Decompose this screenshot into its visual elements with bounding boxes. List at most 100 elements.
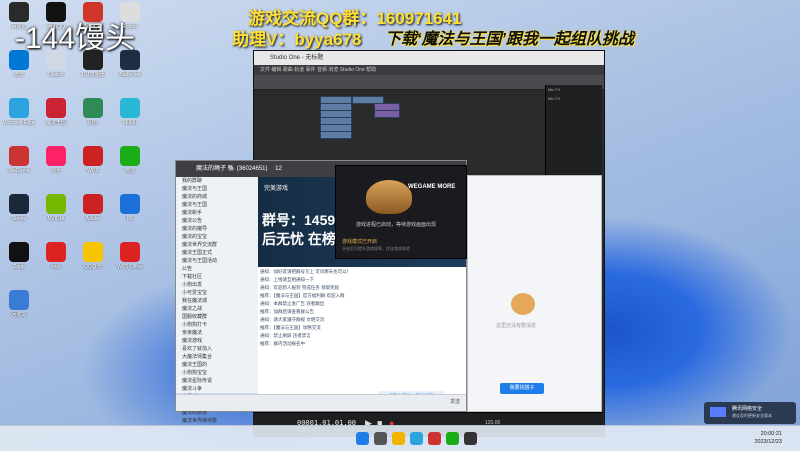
wegame-taskbar-icon[interactable] xyxy=(428,432,441,445)
desktop-shortcut[interactable]: 微信 xyxy=(113,146,147,182)
daw-title-bar[interactable]: Studio One - 无标题 xyxy=(254,51,604,65)
mascot-icon xyxy=(511,293,535,315)
shortcut-label: Adobe xyxy=(85,216,101,222)
group-list-item[interactable]: 魔法王国的 xyxy=(176,361,258,369)
security-notification[interactable]: 腾讯网络安全 建议及时更新安全版本 xyxy=(704,402,796,424)
search-icon[interactable] xyxy=(374,432,387,445)
shortcut-label: Steam xyxy=(11,216,27,222)
send-button[interactable]: 发送 xyxy=(450,398,460,405)
desktop-shortcut[interactable]: 网易 xyxy=(39,242,73,278)
group-list-item[interactable]: 我的群聊 xyxy=(176,177,258,185)
audio-clip[interactable] xyxy=(320,131,352,139)
app-icon xyxy=(9,2,29,22)
group-list-item[interactable]: 魔法公告 xyxy=(176,217,258,225)
group-list-item[interactable]: 魔法斗争 xyxy=(176,385,258,393)
group-list-item[interactable]: 魔法与王国 xyxy=(176,201,258,209)
group-list-item[interactable]: 魔法与王国活动 xyxy=(176,257,258,265)
group-list-item[interactable]: 魔法的魔导 xyxy=(176,225,258,233)
group-list-item[interactable]: 魔法星际传说 xyxy=(176,377,258,385)
chat-message: 通知：请大家遵守群规 文明交流 xyxy=(260,317,325,322)
taskbar[interactable]: 20:00:21 2023/12/23 xyxy=(0,425,800,451)
daw-menu-bar[interactable]: 文件 编辑 歌曲 轨道 事件 音频 浏览 Studio One 帮助 xyxy=(254,65,604,75)
app-icon xyxy=(120,146,140,166)
shortcut-label: WeGame xyxy=(8,168,30,174)
mixer-channel-label: Mic FX xyxy=(548,87,561,92)
group-list-item[interactable]: 小可爱宝宝 xyxy=(176,289,258,297)
app-icon xyxy=(83,194,103,214)
desktop-shortcut[interactable]: Steam xyxy=(2,194,36,230)
group-list-item[interactable]: 小狗狗宝宝 xyxy=(176,369,258,377)
app-icon xyxy=(46,242,66,262)
group-list-item[interactable]: 公告 xyxy=(176,265,258,273)
shortcut-label: Microsoft Edge xyxy=(2,120,36,126)
wechat-taskbar-icon[interactable] xyxy=(446,432,459,445)
audio-clip[interactable] xyxy=(374,110,400,118)
group-list-item[interactable]: 下载社区 xyxy=(176,273,258,281)
desktop-shortcut[interactable]: QQ音乐 xyxy=(76,242,110,278)
message-list: 通知：加好友请把群号写上 可问哪天也可以！ 通知：上线请互相通知一下 通知：欢迎新人… xyxy=(260,269,464,349)
shortcut-label: 微信 xyxy=(124,168,135,174)
shield-icon xyxy=(710,407,726,417)
group-list-item[interactable]: 国服收藏群 xyxy=(176,313,258,321)
app-icon xyxy=(120,2,140,22)
group-list-item[interactable]: 魔法与王国 xyxy=(176,185,258,193)
desktop-shortcut[interactable]: Adobe xyxy=(76,194,110,230)
group-list-item[interactable]: 魔法新手 xyxy=(176,209,258,217)
desktop-shortcut[interactable]: Battle.net xyxy=(113,50,147,86)
desktop-shortcut[interactable]: WPS Office xyxy=(113,242,147,278)
find-partner-button[interactable]: 我要找搭子 xyxy=(500,383,544,394)
group-list-item[interactable]: 魔法世界接待群 xyxy=(176,417,258,425)
group-list-item[interactable]: 小狗狗打卡 xyxy=(176,321,258,329)
desktop-shortcut[interactable]: MuMu xyxy=(113,98,147,134)
desktop-shortcut[interactable]: NVIDIA xyxy=(39,194,73,230)
group-list-item[interactable]: 魔法世界交流群 xyxy=(176,241,258,249)
shortcut-label: 回收站 xyxy=(11,312,27,318)
desktop-shortcut[interactable]: 微软 xyxy=(2,50,36,86)
shortcut-label: 快手 xyxy=(50,168,61,174)
desktop-shortcut[interactable]: Microsoft Edge xyxy=(2,98,36,134)
group-list-item[interactable]: 亲亲魔法 xyxy=(176,329,258,337)
chat-message: 推荐：群内活动报名中 xyxy=(260,341,305,346)
group-list-item[interactable]: 我在魔法城 xyxy=(176,297,258,305)
chat-message: 通知：本群禁止发广告 违者踢出 xyxy=(260,301,325,306)
group-list-item[interactable]: 大魔法师集合 xyxy=(176,353,258,361)
file-explorer-icon[interactable] xyxy=(392,432,405,445)
desktop-shortcut[interactable]: Zepp xyxy=(2,242,36,278)
studio-one-taskbar-icon[interactable] xyxy=(464,432,477,445)
desktop-shortcut[interactable]: WeGame xyxy=(2,146,36,182)
wegame-status: 游戏进程已启动，等待游戏画面出现 xyxy=(356,222,437,228)
desktop-shortcut[interactable]: 魔法王国 xyxy=(39,98,73,134)
qq-input-bar[interactable]: 发送 xyxy=(176,394,466,411)
desktop-shortcut[interactable]: KK xyxy=(113,194,147,230)
shortcut-label: Zepp xyxy=(13,264,25,270)
group-list-item[interactable]: 魔法游戏 xyxy=(176,337,258,345)
desktop-shortcut[interactable]: 回收站 xyxy=(2,290,36,326)
chat-message: 推荐：加群后请查看群公告 xyxy=(260,309,314,314)
desktop-shortcut[interactable]: VOICE xyxy=(76,2,110,38)
qq-group-list[interactable]: 我的群聊 魔法与王国 魔法的商城 魔法与王国 魔法新手 魔法公告 魔法的魔导 魔法的宝宝 魔法世… xyxy=(176,177,259,424)
app-icon xyxy=(46,146,66,166)
group-list-item[interactable]: 魔法之战 xyxy=(176,305,258,313)
group-list-item[interactable]: 魔法王国正式 xyxy=(176,249,258,257)
desktop-shortcut[interactable]: WPS xyxy=(76,146,110,182)
desktop-shortcut[interactable]: Roblox xyxy=(113,2,147,38)
group-list-item[interactable]: 喜欢了就加入 xyxy=(176,345,258,353)
desktop-shortcut[interactable]: 图标 xyxy=(76,98,110,134)
shortcut-label: WPS xyxy=(87,168,99,174)
notification-subtitle: 建议及时更新安全版本 xyxy=(732,413,772,418)
shortcut-label: 腾讯QQ xyxy=(47,24,65,30)
wegame-popup[interactable]: WEGAME MORE 游戏进程已启动，等待游戏画面出现 游戏模式已开启 开启后… xyxy=(335,165,467,259)
desktop-shortcut[interactable]: 快手 xyxy=(39,146,73,182)
edge-icon[interactable] xyxy=(410,432,423,445)
group-list-item[interactable]: 魔法的商城 xyxy=(176,193,258,201)
start-icon[interactable] xyxy=(356,432,369,445)
shortcut-label: Ubisoft xyxy=(48,72,64,78)
qq-group-title: 魔法的绳子 🐘 (36024651) xyxy=(196,166,268,172)
group-list-item[interactable]: 魔法的宝宝 xyxy=(176,233,258,241)
desktop-shortcut[interactable]: 腾讯QQ xyxy=(39,2,73,38)
desktop-shortcut[interactable]: Ubisoft xyxy=(39,50,73,86)
desktop-shortcut[interactable]: 网易云 xyxy=(2,2,36,38)
system-clock[interactable]: 20:00:21 2023/12/23 xyxy=(754,430,782,446)
group-list-item[interactable]: 小狗出发 xyxy=(176,281,258,289)
desktop-shortcut[interactable]: UU加速器 xyxy=(76,50,110,86)
